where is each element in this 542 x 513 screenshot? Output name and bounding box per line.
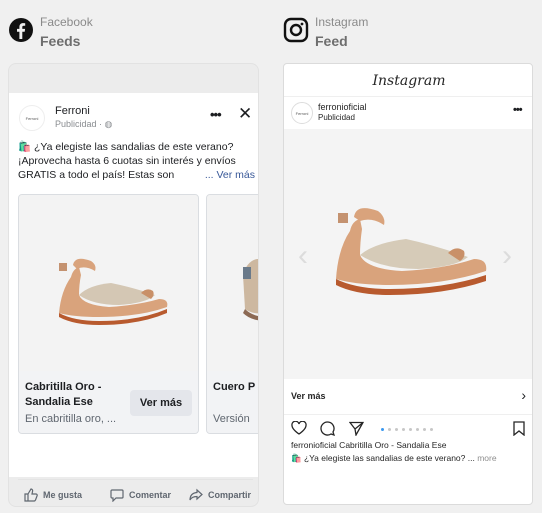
- share-icon: [189, 488, 203, 501]
- comment-icon[interactable]: [320, 421, 335, 436]
- sandal-image: [243, 259, 258, 321]
- placement-name: Feed: [315, 33, 348, 49]
- facebook-post: Ferroni Ferroni Publicidad · ◍ ••• ✕ 🛍️ …: [9, 93, 258, 502]
- globe-icon: ◍: [104, 119, 113, 129]
- platform-name: Instagram: [315, 15, 369, 29]
- post-text: 🛍️ ¿Ya elegiste las sandalias de este ve…: [18, 141, 255, 182]
- instagram-header: Instagram Feed: [283, 14, 368, 51]
- card-info: Cuero P Versión: [207, 371, 258, 433]
- cta-button[interactable]: Ver más: [130, 390, 192, 416]
- carousel-dot: [402, 428, 405, 431]
- card-subtitle: Versión: [213, 413, 250, 425]
- share-button[interactable]: Compartir: [189, 488, 251, 502]
- post-actions: [284, 415, 532, 441]
- see-more-link[interactable]: ... Ver más: [200, 168, 255, 182]
- more-options-icon[interactable]: •••: [513, 104, 523, 116]
- close-icon[interactable]: ✕: [238, 104, 252, 124]
- carousel-dot: [423, 428, 426, 431]
- profile-avatar[interactable]: Ferroni: [291, 102, 313, 124]
- facebook-header: Facebook Feeds: [8, 14, 93, 51]
- sponsored-label: Publicidad · ◍: [55, 119, 113, 129]
- card-subtitle: En cabritilla oro, ...: [25, 413, 117, 425]
- more-options-icon[interactable]: •••: [210, 107, 222, 122]
- card-info: Cabritilla Oro - Sandalia Ese En cabriti…: [19, 371, 198, 433]
- instagram-logo: Instagram: [372, 73, 446, 89]
- carousel-dot: [416, 428, 419, 431]
- facebook-feed-preview: Ferroni Ferroni Publicidad · ◍ ••• ✕ 🛍️ …: [8, 63, 259, 507]
- post-image: ‹ ›: [284, 129, 532, 379]
- carousel-dot: [381, 428, 384, 431]
- comment-icon: [110, 489, 124, 502]
- caption-text: 🛍️ ¿Ya elegiste las sandalias de este ve…: [291, 453, 497, 463]
- comment-button[interactable]: Comentar: [110, 488, 171, 502]
- facebook-icon: [9, 18, 33, 42]
- post-header: Ferroni Ferroni Publicidad · ◍ ••• ✕: [9, 103, 258, 133]
- post-header: Ferroni ferronioficial Publicidad •••: [284, 96, 532, 129]
- sandal-image: [59, 258, 168, 325]
- bookmark-icon[interactable]: [513, 421, 525, 436]
- more-link[interactable]: more: [477, 453, 496, 463]
- sandal-image: [336, 208, 487, 295]
- carousel-indicator: [381, 428, 437, 431]
- caption-title: ferronioficial Cabritilla Oro - Sandalia…: [291, 440, 447, 450]
- carousel-dot: [409, 428, 412, 431]
- like-button[interactable]: Me gusta: [24, 488, 82, 502]
- post-actions: Me gusta Comentar Compartir: [18, 479, 253, 506]
- heart-icon[interactable]: [291, 421, 307, 435]
- page-name[interactable]: Ferroni: [55, 105, 90, 117]
- previous-chevron-icon[interactable]: ‹: [298, 239, 308, 273]
- username[interactable]: ferronioficial: [318, 102, 367, 112]
- card-title: Cabritilla Oro - Sandalia Ese: [25, 381, 102, 408]
- instagram-icon: [283, 17, 309, 43]
- carousel-dot: [395, 428, 398, 431]
- avatar-logo-text: Ferroni: [25, 115, 39, 121]
- chevron-right-icon: ›: [521, 387, 526, 403]
- carousel-card[interactable]: Cuero P Versión: [206, 194, 258, 434]
- cta-bar[interactable]: Ver más ›: [284, 379, 532, 415]
- carousel-dot: [430, 428, 433, 431]
- carousel-card[interactable]: Cabritilla Oro - Sandalia Ese En cabriti…: [18, 194, 199, 434]
- page-avatar[interactable]: Ferroni: [19, 105, 45, 131]
- product-image: [207, 195, 258, 371]
- thumbs-up-icon: [24, 488, 38, 502]
- cta-label: Ver más: [291, 391, 326, 401]
- instagram-feed-preview: Instagram Ferroni ferronioficial Publici…: [283, 63, 533, 505]
- next-chevron-icon[interactable]: ›: [502, 239, 512, 273]
- product-image: [19, 195, 198, 371]
- avatar-logo-text: Ferroni: [295, 110, 309, 116]
- placement-name: Feeds: [40, 33, 81, 49]
- card-title: Cuero P: [213, 381, 256, 393]
- carousel-dot: [388, 428, 391, 431]
- sponsored-label: Publicidad: [318, 113, 355, 122]
- platform-name: Facebook: [40, 15, 93, 29]
- share-icon[interactable]: [349, 421, 364, 436]
